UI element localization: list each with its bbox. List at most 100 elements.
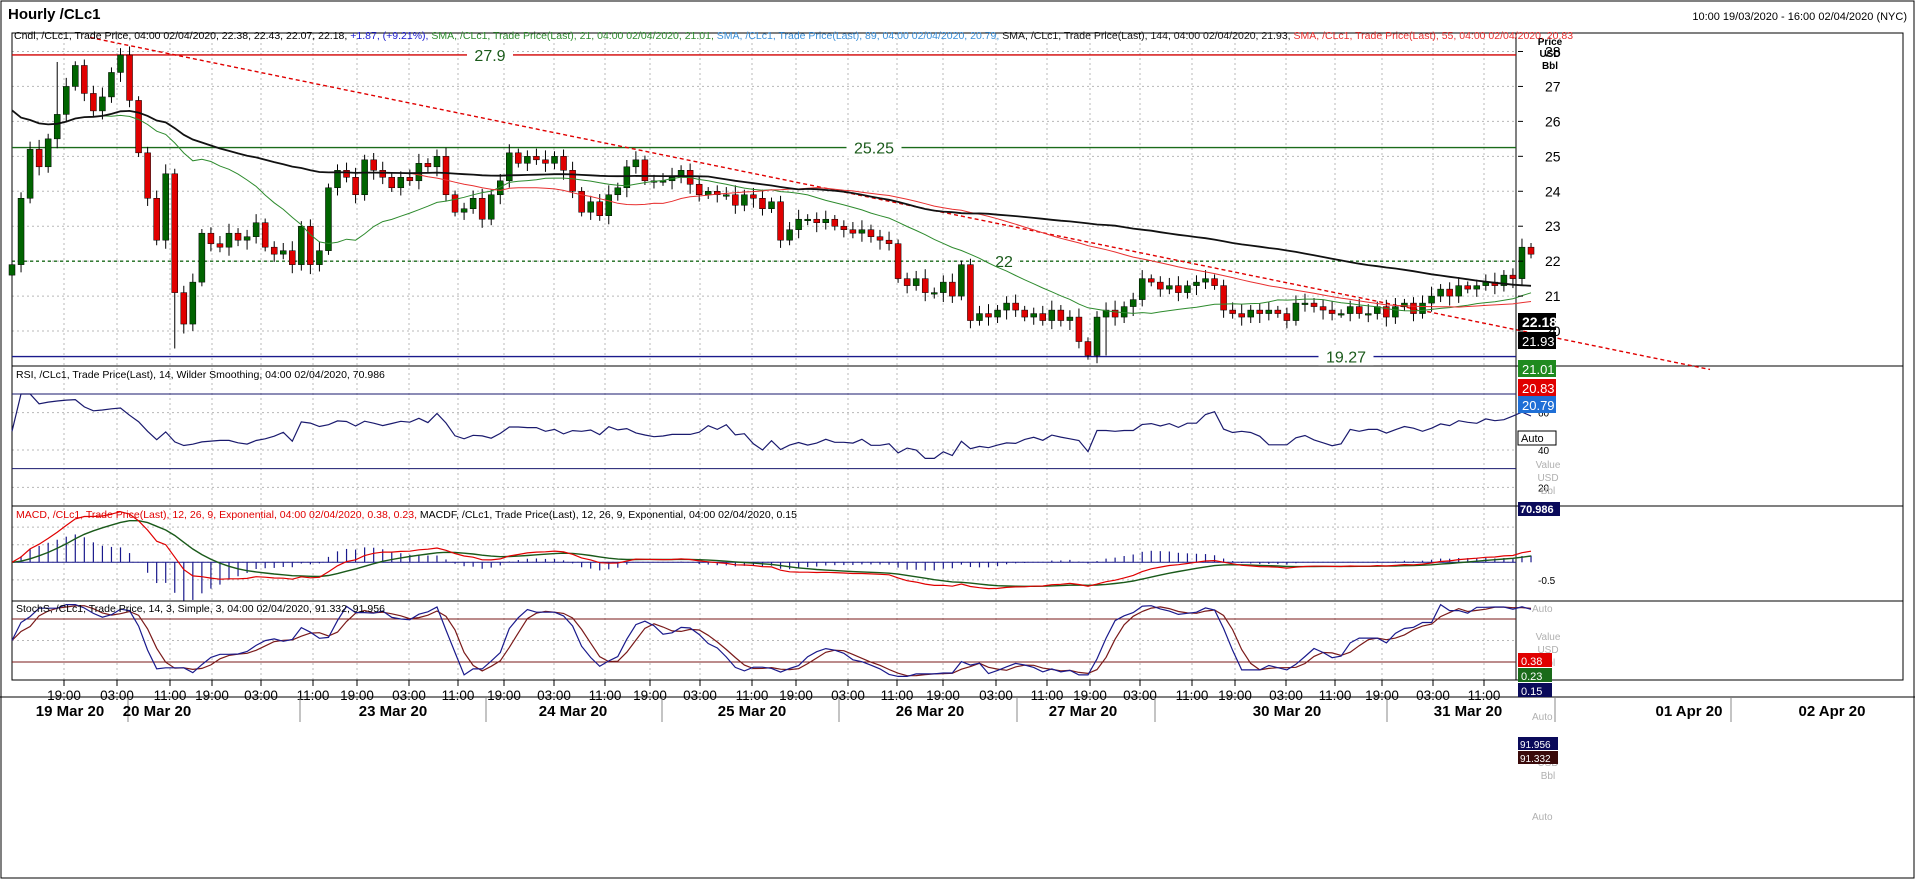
candle-body [515,152,522,164]
time-tick-label: 11:00 [1031,688,1064,703]
time-tick-label: 03:00 [831,688,865,703]
price-outer-frame [11,32,1904,367]
candle-body [605,194,613,216]
candle-body [1437,288,1444,297]
candle-body [1111,309,1119,318]
candle-body [1084,341,1092,356]
candle-body [343,170,350,178]
time-tick-label: 19:00 [926,688,960,703]
candle-body [361,159,368,196]
time-tick-label: 19:00 [779,688,813,703]
candle-body [1211,278,1218,286]
candle-body [289,250,296,265]
price-panel[interactable]: 27.9 25.25 22 19.27 [8,36,1711,371]
candle-body [632,159,640,168]
price-tick-label: 21 [1545,288,1561,304]
candle-body [1220,285,1227,311]
macd-line [11,511,1532,590]
candle-body [415,163,423,182]
rsi-panel[interactable]: 204060 [11,393,1550,494]
candle-body [1057,309,1065,321]
candle-body [451,194,459,213]
candle-body [858,229,866,234]
candle-body [424,163,432,168]
stoch-axis-header: Bbl [1541,771,1555,782]
candle-body [958,264,965,297]
candle-body [569,170,576,192]
candle-body [35,149,43,168]
candle-body [144,152,151,199]
rsi-value-tag-label: 70.986 [1520,504,1554,516]
candle-body [1039,313,1047,321]
candle-body [1175,285,1182,293]
outer-frame [0,0,1915,879]
time-tick-label: 11:00 [297,688,330,703]
candle-body [994,309,1001,318]
candle-body [63,86,70,115]
candle-body [162,173,169,241]
candle-body [81,65,88,94]
candle-body [1337,313,1345,316]
candle-body [1283,313,1291,321]
time-tick-label: 03:00 [683,688,717,703]
price-axis-header: USD [1539,49,1560,60]
date-label: 23 Mar 20 [359,703,427,720]
candle-body [1148,278,1155,283]
candle-body [1138,278,1146,300]
candle-body [1003,302,1010,311]
price-legend-item: +1.87, (+9.21%), [347,30,428,42]
candle-body [903,278,911,286]
candle-body [117,54,124,73]
price-tick-label: 26 [1545,113,1561,129]
candle-body [777,201,784,241]
candle-body [388,177,396,189]
candle-body [804,218,811,221]
candle-body [1021,309,1028,318]
macd-legend-item: MACD, /CLc1, Trade Price(Last), 12, 26, … [16,509,417,521]
candle-body [406,177,414,182]
price-tick-label: 24 [1545,183,1561,199]
candle-body [26,149,34,199]
price-value-tag-label: 21.93 [1522,334,1555,349]
date-label: 25 Mar 20 [718,703,786,720]
candle-body [1455,285,1462,297]
candle-body [641,159,649,182]
date-label: 01 Apr 20 [1656,703,1723,720]
candle-body [8,264,16,276]
macd-value-tag-label: 0.38 [1521,656,1542,668]
time-axis: 19:00 03:00 11:00 19:00 03:00 11:00 19:00 03:00… [36,680,1865,722]
candle-body [786,229,793,241]
macd-axis-header: Value [1536,632,1561,643]
price-axis-header: Bbl [1542,61,1558,72]
time-tick-label: 11:00 [154,688,187,703]
candle-body [931,292,938,295]
candle-body [587,201,594,213]
candle-body [1310,302,1318,307]
candle-body [741,194,748,206]
time-tick-label: 19:00 [340,688,374,703]
macd-value-tag-label: 0.23 [1521,671,1542,683]
price-chart[interactable]: 27.925.252219.27 204060 -0.5 20212223242… [0,0,1915,879]
candle-body [894,243,902,279]
candle-body [44,138,52,168]
candle-body [822,218,830,223]
candle-body [252,222,260,237]
price-axis: 202122232425262728PriceUSDBbl22.1821.932… [1517,37,1563,823]
candle-body [867,229,875,237]
candle-body [967,264,974,321]
candle-body [298,225,305,265]
candle-body [487,194,495,220]
candle-body [1184,285,1191,293]
auto-button-label: Auto [1521,433,1544,445]
price-legend-item: SMA, /CLc1, Trade Price(Last), 21, 04:00… [428,30,713,42]
time-tick-label: 11:00 [1176,688,1209,703]
chart-window: Hourly /CLc1 10:00 19/03/2020 - 16:00 02… [0,0,1915,879]
candle-body [1428,295,1435,304]
candle-body [442,156,450,196]
time-tick-label: 11:00 [881,688,914,703]
candle-body [1410,302,1417,314]
candle-body [551,156,558,164]
macd-panel[interactable]: -0.5 [11,511,1556,601]
price-value-tag-label: 20.83 [1522,381,1555,396]
rsi-axis-header: Value [1536,460,1561,471]
